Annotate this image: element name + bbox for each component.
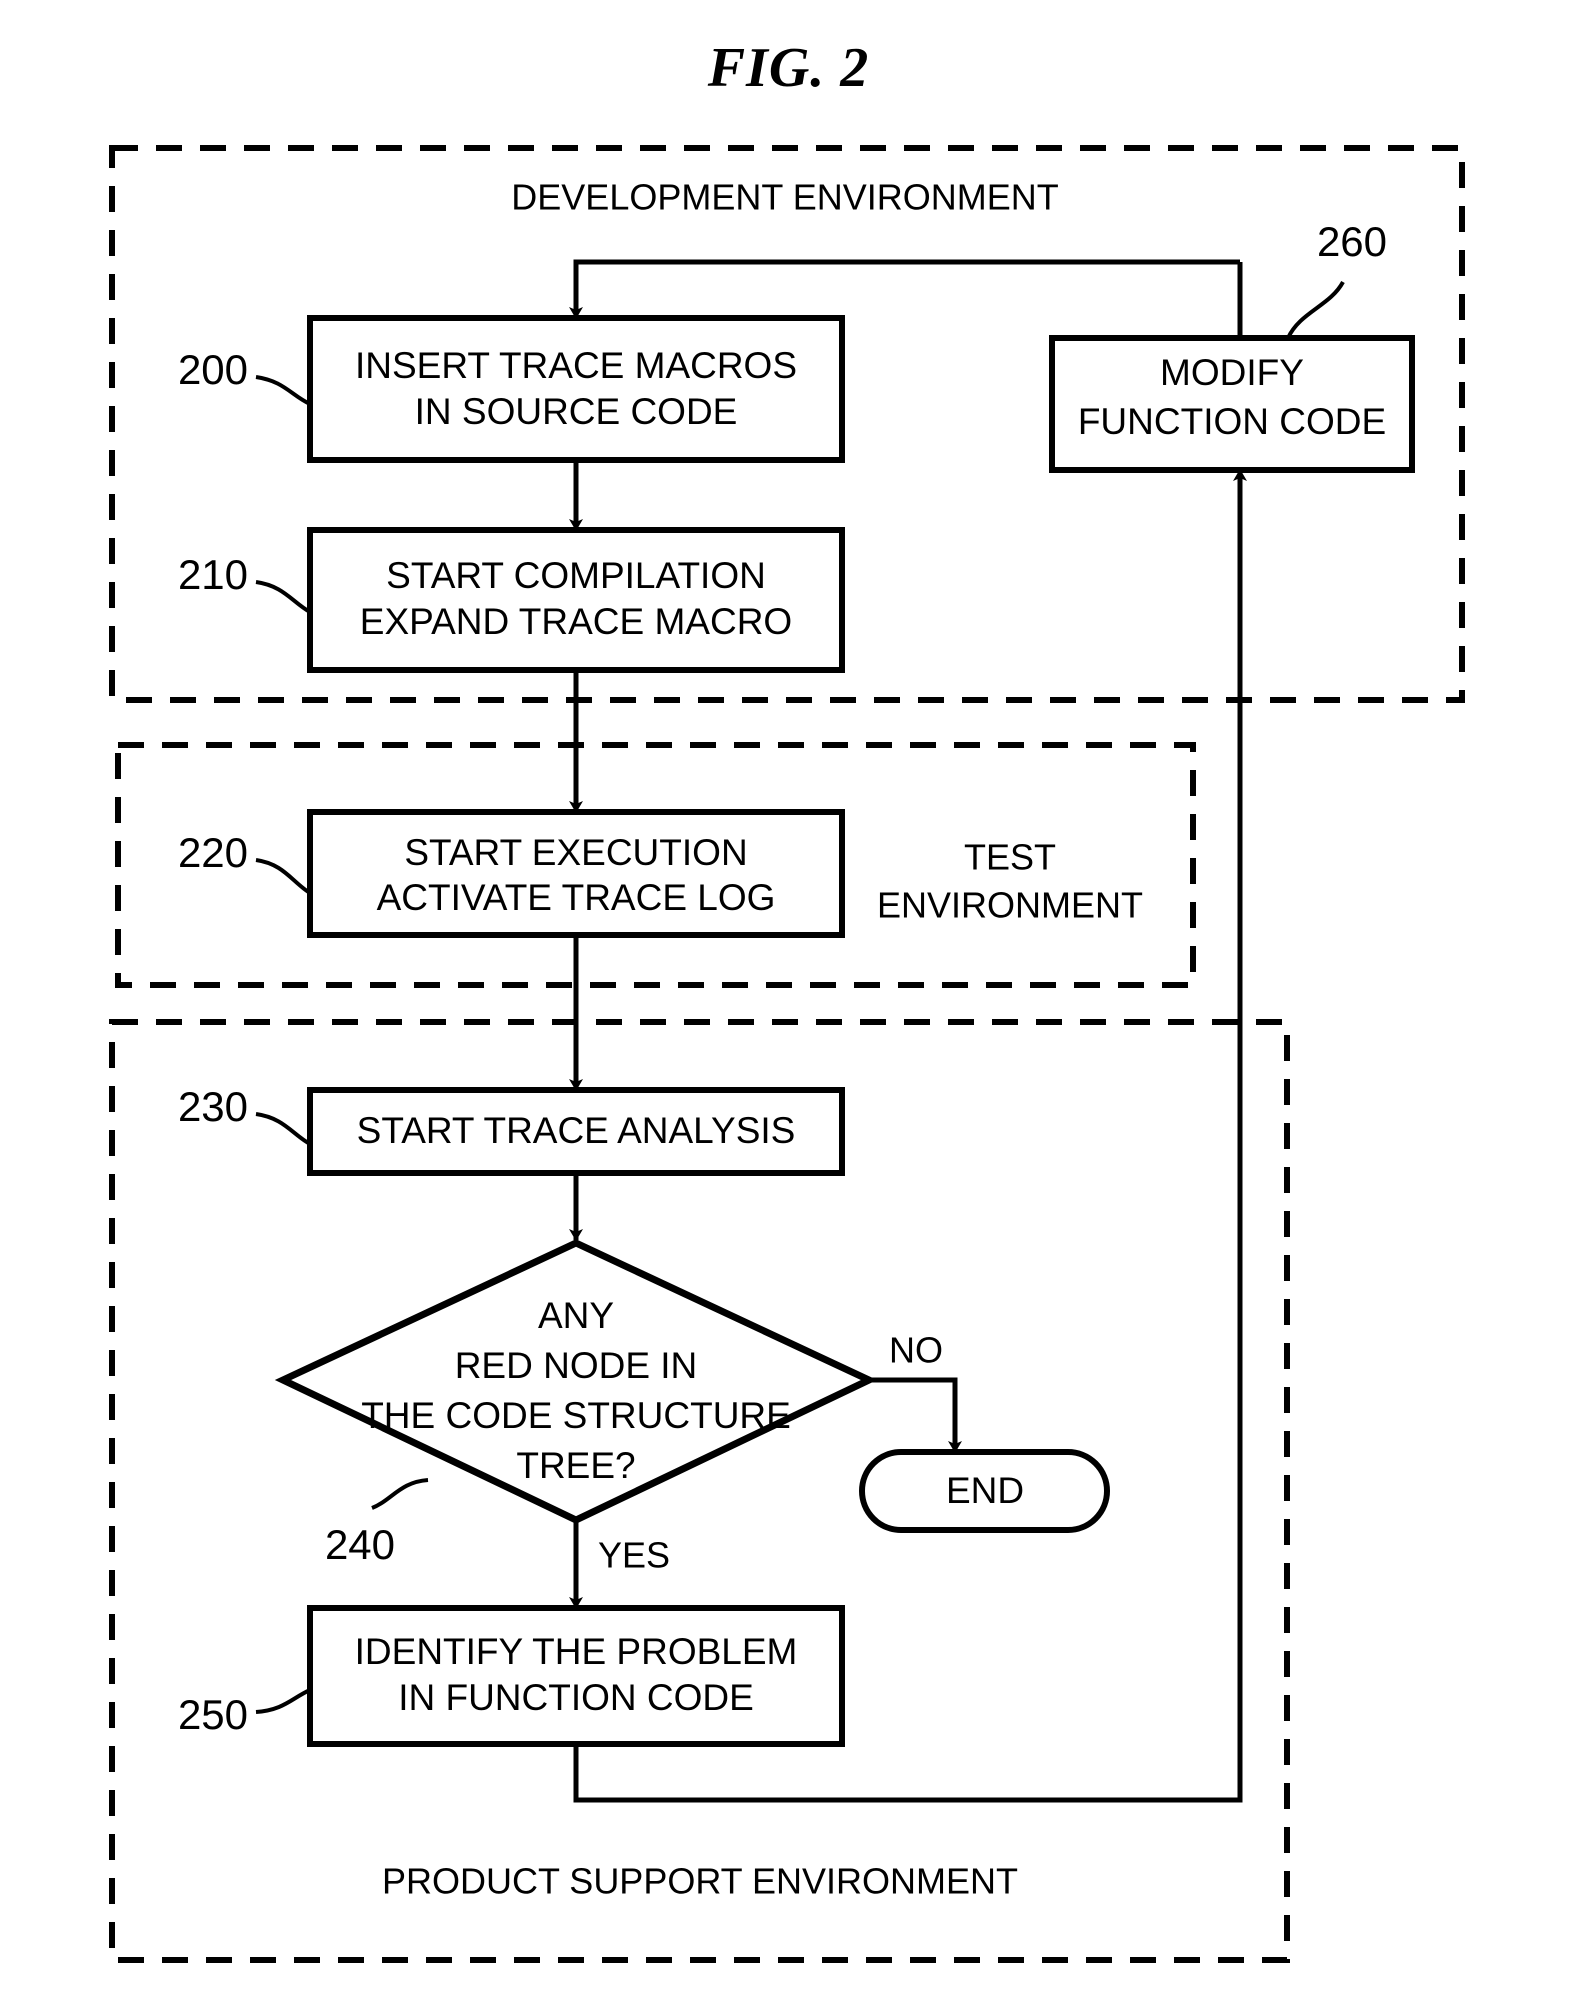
node-230-label-line1: START TRACE ANALYSIS <box>357 1110 796 1151</box>
node-260-label-line1: MODIFY <box>1160 352 1304 393</box>
development-environment-label: DEVELOPMENT ENVIRONMENT <box>511 177 1058 218</box>
flowchart-canvas: DEVELOPMENT ENVIRONMENT TEST ENVIRONMENT… <box>109 145 1465 1963</box>
node-250-leader <box>255 1688 311 1714</box>
node-200-leader <box>255 375 311 406</box>
node-220-leader <box>255 858 312 895</box>
node-200-label-line1: INSERT TRACE MACROS <box>355 345 797 386</box>
node-250-label-line1: IDENTIFY THE PROBLEM <box>355 1631 798 1672</box>
node-end-label: END <box>946 1470 1024 1511</box>
figure-root: FIG. 2 DEVELOPMENT ENVIRONMENT TEST ENVI… <box>0 0 1577 1993</box>
branch-label-yes: YES <box>598 1535 670 1576</box>
product-support-environment-label: PRODUCT SUPPORT ENVIRONMENT <box>382 1861 1018 1902</box>
node-250[interactable]: IDENTIFY THE PROBLEM IN FUNCTION CODE <box>307 1605 845 1747</box>
node-240-label-line4: TREE? <box>516 1445 635 1486</box>
node-220-ref: 220 <box>178 829 248 876</box>
test-environment-label-line1: TEST <box>964 837 1056 878</box>
node-260-label-line2: FUNCTION CODE <box>1078 401 1386 442</box>
node-210-ref: 210 <box>178 551 248 598</box>
node-210-leader <box>255 580 312 614</box>
node-220-label-line2: ACTIVATE TRACE LOG <box>377 877 776 918</box>
node-250-ref: 250 <box>178 1691 248 1738</box>
branch-label-no: NO <box>889 1330 943 1371</box>
node-200-ref: 200 <box>178 346 248 393</box>
node-240-leader <box>371 1478 429 1510</box>
node-210[interactable]: START COMPILATION EXPAND TRACE MACRO <box>307 527 845 673</box>
node-240-label-line2: RED NODE IN <box>455 1345 698 1386</box>
connector-modify-to-insert <box>569 259 1240 319</box>
node-210-label-line2: EXPAND TRACE MACRO <box>360 601 792 642</box>
node-240-label-line3: THE CODE STRUCTURE <box>361 1395 791 1436</box>
node-200[interactable]: INSERT TRACE MACROS IN SOURCE CODE <box>307 315 845 463</box>
node-200-label-line2: IN SOURCE CODE <box>415 391 738 432</box>
node-220[interactable]: START EXECUTION ACTIVATE TRACE LOG <box>307 809 845 938</box>
node-220-label-line1: START EXECUTION <box>404 832 747 873</box>
node-230-ref: 230 <box>178 1083 248 1130</box>
test-environment-label-line2: ENVIRONMENT <box>877 885 1143 926</box>
node-230[interactable]: START TRACE ANALYSIS <box>307 1087 845 1176</box>
node-240[interactable]: ANY RED NODE IN THE CODE STRUCTURE TREE? <box>274 1239 878 1524</box>
node-200-box[interactable] <box>307 315 845 463</box>
connector-no-to-end <box>869 1377 962 1453</box>
node-230-leader <box>255 1112 312 1146</box>
node-240-label-line1: ANY <box>538 1295 614 1336</box>
node-240-ref: 240 <box>325 1521 395 1568</box>
node-260-ref: 260 <box>1317 218 1387 265</box>
node-210-label-line1: START COMPILATION <box>386 555 766 596</box>
node-end[interactable]: END <box>859 1449 1110 1533</box>
node-260[interactable]: MODIFY FUNCTION CODE <box>1049 335 1415 473</box>
node-250-label-line2: IN FUNCTION CODE <box>398 1677 754 1718</box>
node-260-leader <box>1286 280 1345 339</box>
